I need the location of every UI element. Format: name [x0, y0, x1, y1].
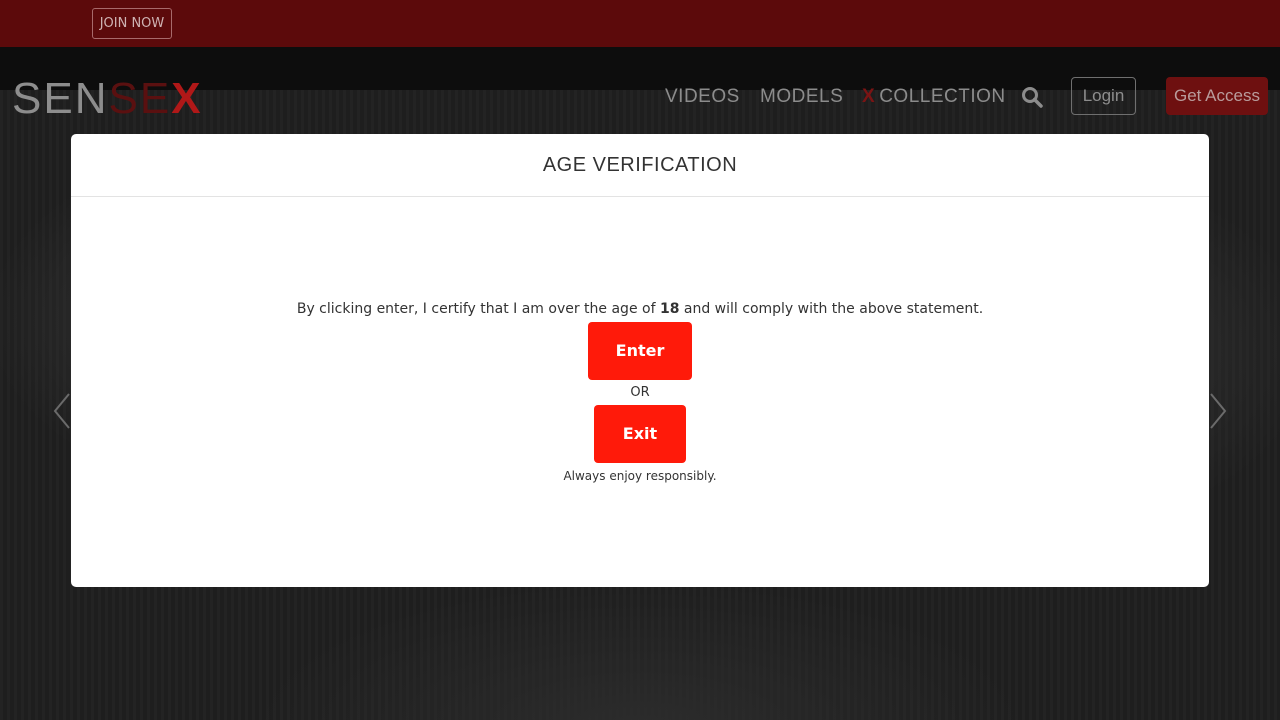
- modal-body: By clicking enter, I certify that I am o…: [71, 197, 1209, 586]
- statement-text-after: and will comply with the above statement…: [679, 301, 984, 317]
- logo-text-part2: SE: [108, 74, 172, 123]
- collection-x-icon: X: [862, 86, 876, 107]
- get-access-button[interactable]: Get Access: [1166, 77, 1268, 115]
- nav-collection-label: COLLECTION: [879, 86, 1006, 107]
- modal-header: AGE VERIFICATION: [71, 134, 1209, 197]
- chevron-left-icon[interactable]: [52, 392, 72, 430]
- age-statement: By clicking enter, I certify that I am o…: [71, 301, 1209, 317]
- exit-button[interactable]: Exit: [594, 405, 686, 463]
- enter-button[interactable]: Enter: [588, 322, 692, 380]
- join-now-button[interactable]: JOIN NOW: [92, 8, 172, 39]
- or-divider: OR: [630, 385, 650, 400]
- age-verification-modal: AGE VERIFICATION By clicking enter, I ce…: [71, 134, 1209, 587]
- logo-text-part1: SEN: [12, 74, 109, 123]
- login-button[interactable]: Login: [1071, 77, 1136, 115]
- promo-bar: JOIN NOW: [0, 0, 1280, 47]
- statement-text-before: By clicking enter, I certify that I am o…: [296, 301, 660, 317]
- nav-collection[interactable]: X COLLECTION: [862, 84, 1006, 110]
- nav-videos[interactable]: VIDEOS: [665, 84, 740, 110]
- modal-title: AGE VERIFICATION: [542, 153, 738, 176]
- logo-text-part3: X: [171, 74, 203, 123]
- statement-age: 18: [659, 301, 680, 317]
- chevron-right-icon[interactable]: [1208, 392, 1228, 430]
- search-icon[interactable]: [1021, 86, 1043, 108]
- responsibility-note: Always enjoy responsibly.: [563, 469, 717, 483]
- site-logo[interactable]: SENSEX: [12, 77, 203, 121]
- nav-models[interactable]: MODELS: [760, 84, 843, 110]
